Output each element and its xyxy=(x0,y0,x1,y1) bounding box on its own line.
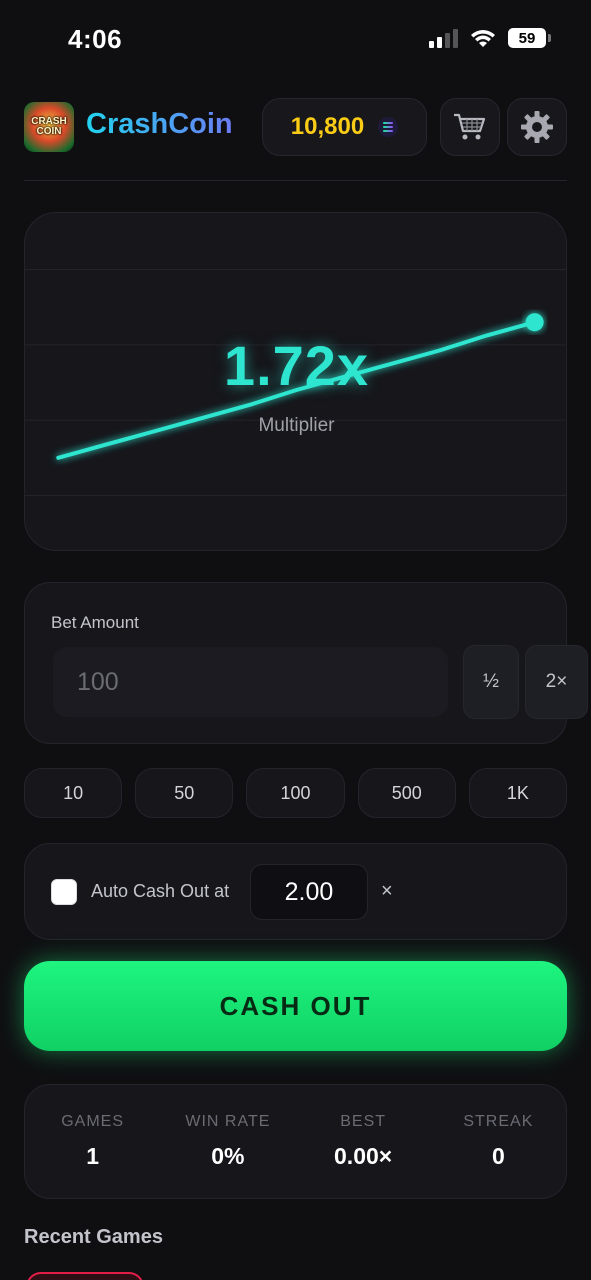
bet-amount-label: Bet Amount xyxy=(51,613,139,632)
stat-label: STREAK xyxy=(463,1113,534,1130)
stat-value: 0 xyxy=(491,1143,505,1169)
multiplier-label: Multiplier xyxy=(258,415,335,436)
balance-display: 10,800 xyxy=(262,98,427,156)
logo-text: CRASH COIN xyxy=(31,116,67,137)
recent-game-chip[interactable] xyxy=(26,1272,144,1280)
quick-bet-chip[interactable]: 50 xyxy=(135,768,234,818)
battery-icon: 59 xyxy=(508,28,551,48)
stat-label: GAMES xyxy=(61,1113,125,1130)
auto-cashout-checkbox[interactable] xyxy=(51,879,77,905)
app-logo[interactable]: CRASH COIN xyxy=(24,102,74,152)
gear-icon xyxy=(521,111,553,143)
stat-win-rate: WIN RATE 0% xyxy=(160,1085,295,1198)
stat-best: BEST 0.00× xyxy=(296,1085,431,1198)
stat-value: 0.00× xyxy=(334,1143,393,1169)
bet-amount-input[interactable] xyxy=(53,647,448,717)
multiplier-value: 1.72x xyxy=(223,334,370,397)
half-bet-button[interactable]: ½ xyxy=(463,645,519,719)
quick-bet-chip[interactable]: 100 xyxy=(246,768,345,818)
multiplier-endpoint xyxy=(525,313,544,332)
battery-level: 59 xyxy=(508,28,546,48)
app-title: CrashCoin xyxy=(86,108,233,140)
stat-value: 1 xyxy=(86,1143,100,1169)
cart-icon xyxy=(454,113,486,140)
auto-cashout-label: Auto Cash Out at xyxy=(91,881,230,901)
stat-value: 0% xyxy=(211,1143,245,1169)
settings-button[interactable] xyxy=(507,98,567,156)
auto-cashout-suffix: × xyxy=(381,880,393,902)
bet-panel: Bet Amount ½ 2× xyxy=(24,582,588,744)
shop-button[interactable] xyxy=(440,98,500,156)
double-bet-button[interactable]: 2× xyxy=(525,645,588,719)
signal-icon xyxy=(429,28,458,48)
stat-games: GAMES 1 xyxy=(25,1085,160,1198)
quick-bet-chip[interactable]: 500 xyxy=(357,768,456,818)
solana-coin-icon xyxy=(378,117,399,137)
auto-cashout-input[interactable] xyxy=(250,864,368,920)
wifi-icon xyxy=(471,30,495,47)
balance-value: 10,800 xyxy=(290,113,365,140)
status-bar: 4:06 59 xyxy=(0,0,591,80)
stat-label: WIN RATE xyxy=(185,1113,271,1130)
crash-chart: 1.72x Multiplier xyxy=(24,212,567,551)
cash-out-button[interactable]: CASH OUT xyxy=(24,961,567,1051)
app-header: CRASH COIN CrashCoin 10,800 xyxy=(24,96,567,158)
stat-label: BEST xyxy=(340,1113,387,1130)
stat-streak: STREAK 0 xyxy=(431,1085,566,1198)
status-time: 4:06 xyxy=(68,24,123,54)
header-divider xyxy=(24,180,567,181)
quick-bet-chip[interactable]: 10 xyxy=(24,768,123,818)
quick-bet-chip[interactable]: 1K xyxy=(468,768,568,818)
stats-panel: GAMES 1 WIN RATE 0% BEST 0.00× STREAK 0 xyxy=(24,1084,567,1199)
quick-bet-amounts: 10 50 100 500 1K xyxy=(24,768,568,820)
auto-cashout-panel: Auto Cash Out at × xyxy=(24,843,567,940)
recent-games-title: Recent Games xyxy=(24,1226,163,1248)
status-icons: 59 xyxy=(429,28,551,48)
